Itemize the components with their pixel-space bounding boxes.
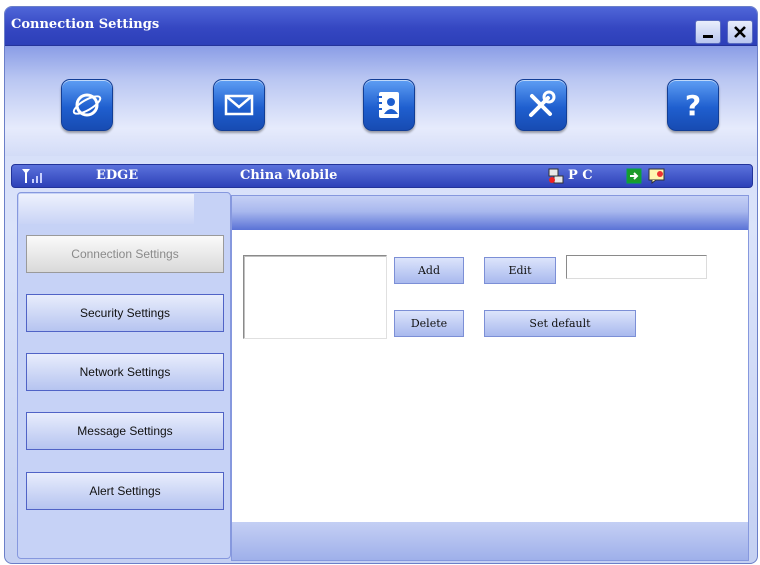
help-icon: ? xyxy=(685,89,701,122)
internet-icon xyxy=(72,93,102,117)
network-type-label: EDGE xyxy=(96,168,139,183)
signal-strength-icon xyxy=(22,169,42,183)
new-message-icon xyxy=(648,168,665,184)
panel-header xyxy=(232,196,748,230)
window-title: Connection Settings xyxy=(11,17,160,32)
status-bar: EDGE China Mobile P C xyxy=(11,164,753,188)
edit-button[interactable]: Edit xyxy=(484,257,556,284)
close-button[interactable] xyxy=(727,20,753,44)
settings-tools-icon xyxy=(529,90,556,117)
minimize-icon xyxy=(703,35,713,38)
svg-text:?: ? xyxy=(685,89,701,122)
sidebar-item-message-settings[interactable]: Message Settings xyxy=(26,412,224,450)
connection-settings-panel: Add Edit Delete Set default xyxy=(231,195,749,561)
sidebar-item-alert-settings[interactable]: Alert Settings xyxy=(26,472,224,510)
close-icon xyxy=(734,26,746,38)
settings-sidebar: Connection Settings Security Settings Ne… xyxy=(17,192,231,559)
app-window: Connection Settings ? EDGE China Mobile … xyxy=(4,6,758,564)
message-button[interactable] xyxy=(213,79,265,131)
sidebar-item-network-settings[interactable]: Network Settings xyxy=(26,353,224,391)
operator-label: China Mobile xyxy=(240,168,338,183)
panel-footer xyxy=(232,522,748,560)
minimize-button[interactable] xyxy=(695,20,721,44)
sim-status-icon xyxy=(626,168,642,184)
delete-button[interactable]: Delete xyxy=(394,310,464,337)
profile-list[interactable] xyxy=(243,255,387,339)
profile-name-input[interactable] xyxy=(566,255,707,279)
pc-connection-icon xyxy=(548,168,564,184)
add-button[interactable]: Add xyxy=(394,257,464,284)
contacts-icon xyxy=(377,92,399,118)
mode-label: P C xyxy=(568,168,593,183)
sidebar-tab-decoration xyxy=(19,194,194,224)
message-icon xyxy=(224,94,254,116)
internet-button[interactable] xyxy=(61,79,113,131)
set-default-button[interactable]: Set default xyxy=(484,310,636,337)
main-toolbar: ? xyxy=(5,46,757,156)
sidebar-item-security-settings[interactable]: Security Settings xyxy=(26,294,224,332)
title-bar: Connection Settings xyxy=(5,7,757,46)
sidebar-item-connection-settings[interactable]: Connection Settings xyxy=(26,235,224,273)
help-button[interactable]: ? xyxy=(667,79,719,131)
contacts-button[interactable] xyxy=(363,79,415,131)
settings-tools-button[interactable] xyxy=(515,79,567,131)
